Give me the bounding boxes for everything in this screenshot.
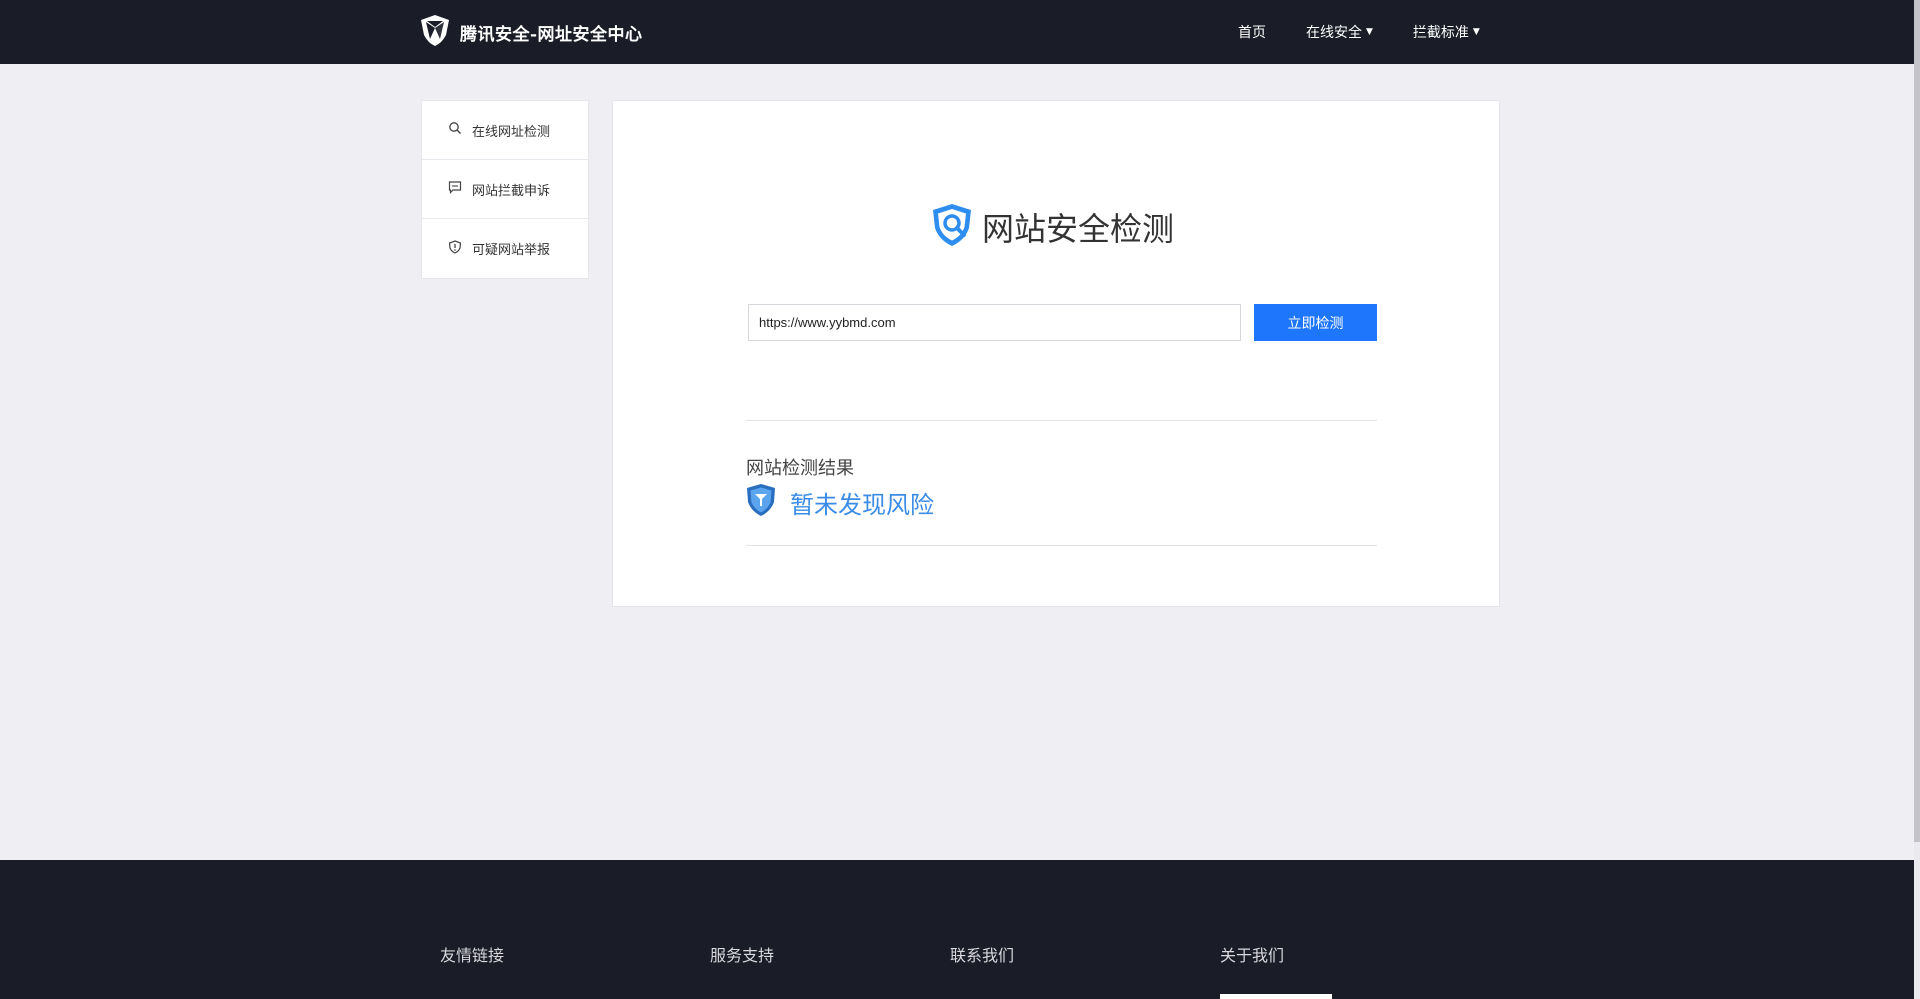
result-row: 暂未发现风险 xyxy=(746,483,934,521)
sidebar-item-label: 在线网址检测 xyxy=(472,124,551,140)
shield-search-icon xyxy=(930,202,974,252)
footer-service-support[interactable]: 服务支持 xyxy=(710,942,774,966)
result-label: 网站检测结果 xyxy=(746,458,854,479)
caret-down-icon: ▼ xyxy=(1366,27,1373,37)
nav-block-standards-label: 拦截标准 xyxy=(1412,25,1469,41)
footer: 友情链接 服务支持 联系我们 关于我们 xyxy=(0,860,1914,999)
site-logo[interactable]: 腾讯安全-网址安全中心 xyxy=(418,15,643,49)
chat-icon xyxy=(448,180,472,198)
nav-block-standards[interactable]: 拦截标准 ▼ xyxy=(1413,22,1480,42)
sidebar: 在线网址检测 网站拦截申诉 可疑网站举报 xyxy=(421,100,589,279)
check-now-button[interactable]: 立即检测 xyxy=(1254,304,1377,341)
search-icon xyxy=(448,121,472,139)
sidebar-item-label: 网站拦截申诉 xyxy=(472,183,551,199)
nav-home-label: 首页 xyxy=(1238,25,1266,41)
tencent-security-logo-icon xyxy=(418,13,452,51)
shield-safe-icon xyxy=(746,483,776,521)
top-navbar: 腾讯安全-网址安全中心 首页 在线安全 ▼ 拦截标准 ▼ xyxy=(0,0,1914,64)
page-title-text: 网站安全检测 xyxy=(982,210,1175,248)
divider xyxy=(746,420,1377,421)
shield-alert-icon xyxy=(448,239,472,258)
sidebar-item-url-check[interactable]: 在线网址检测 xyxy=(422,101,588,160)
nav-online-security-label: 在线安全 xyxy=(1306,25,1362,41)
footer-contact-us[interactable]: 联系我们 xyxy=(950,942,1014,966)
footer-friendly-links[interactable]: 友情链接 xyxy=(440,942,504,966)
divider xyxy=(746,545,1377,546)
footer-partial-image xyxy=(1220,994,1332,999)
detection-card: 网站安全检测 立即检测 网站检测结果 暂未发现风险 xyxy=(612,100,1500,607)
url-input[interactable] xyxy=(748,304,1241,341)
sidebar-item-label: 可疑网站举报 xyxy=(472,243,551,258)
main-nav: 首页 在线安全 ▼ 拦截标准 ▼ xyxy=(1230,0,1520,64)
caret-down-icon: ▼ xyxy=(1472,27,1480,37)
footer-about-us[interactable]: 关于我们 xyxy=(1220,942,1284,966)
scrollbar-thumb[interactable] xyxy=(1914,0,1920,842)
logo-text: 腾讯安全-网址安全中心 xyxy=(460,24,643,45)
sidebar-item-report[interactable]: 可疑网站举报 xyxy=(422,219,588,278)
nav-home[interactable]: 首页 xyxy=(1238,22,1266,42)
sidebar-item-appeal[interactable]: 网站拦截申诉 xyxy=(422,160,588,219)
result-status-text: 暂未发现风险 xyxy=(790,490,934,519)
nav-online-security[interactable]: 在线安全 ▼ xyxy=(1306,22,1373,42)
page-title: 网站安全检测 xyxy=(930,204,1174,250)
